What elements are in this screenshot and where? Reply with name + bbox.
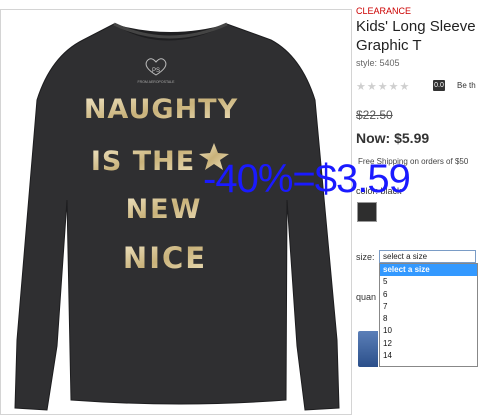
clearance-badge: CLEARANCE — [356, 6, 412, 16]
rating-stars[interactable]: ★★★★★ — [356, 80, 410, 93]
size-option[interactable]: 7 — [380, 301, 477, 313]
product-title-line1: Kids' Long Sleeve — [356, 18, 476, 35]
size-label: size: — [356, 252, 375, 262]
shirt-text-line2: IS THE — [91, 146, 195, 177]
product-title: Kids' Long Sleeve Graphic T — [356, 17, 476, 55]
size-option[interactable]: 14 — [380, 350, 477, 362]
product-title-line2: Graphic T — [356, 37, 422, 54]
add-to-bag-button[interactable] — [358, 331, 378, 367]
shirt-text-line1: NAUGHTY — [84, 94, 238, 125]
size-option[interactable]: 6 — [380, 289, 477, 301]
discount-overlay-text: -40%=$3.59 — [203, 157, 411, 201]
rating-value: 0.0 — [433, 80, 445, 91]
size-select[interactable]: select a size — [379, 250, 476, 263]
logo-text: PS — [152, 68, 160, 74]
size-option[interactable]: select a size — [380, 264, 477, 277]
sale-price: Now: $5.99 — [356, 130, 430, 146]
size-option[interactable]: 8 — [380, 313, 477, 325]
product-image[interactable]: PS FROM AEROPOSTALE NAUGHTY IS THE NEW N… — [0, 9, 352, 415]
shirt-text-line4: NICE — [123, 241, 207, 275]
size-option[interactable]: 10 — [380, 325, 477, 337]
size-dropdown-list[interactable]: select a size 5 6 7 8 10 12 14 — [379, 263, 478, 367]
style-number: style: 5405 — [356, 58, 400, 68]
logo-subtext: FROM AEROPOSTALE — [138, 80, 176, 84]
size-option[interactable]: 12 — [380, 338, 477, 350]
review-link[interactable]: Be th — [457, 81, 476, 90]
size-option[interactable]: 5 — [380, 276, 477, 288]
color-swatch-black[interactable] — [357, 202, 377, 222]
quantity-label: quan — [356, 292, 377, 302]
original-price: $22.50 — [356, 108, 393, 122]
tshirt-image: PS FROM AEROPOSTALE NAUGHTY IS THE NEW N… — [14, 22, 340, 411]
shirt-text-line3: NEW — [126, 194, 203, 225]
